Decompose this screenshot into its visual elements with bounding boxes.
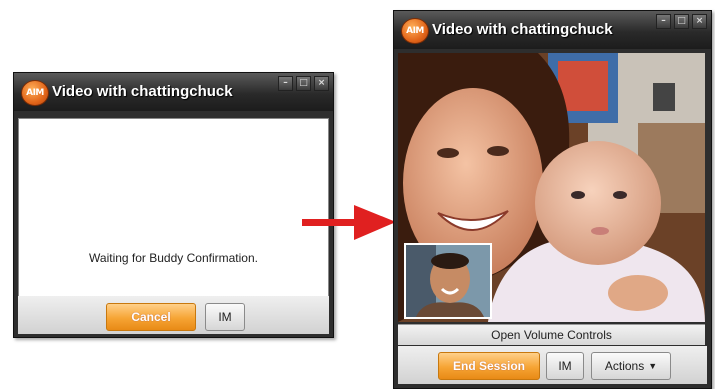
self-view-pip [404,243,492,319]
open-volume-controls[interactable]: Open Volume Controls [398,324,705,345]
self-view-image [406,245,490,317]
button-bar: End Session IM Actions ▼ [398,346,707,384]
right-titlebar[interactable]: AIM Video with chattingchuck – □ × [394,11,711,49]
chevron-down-icon: ▼ [648,361,658,371]
actions-dropdown[interactable]: Actions ▼ [591,352,671,380]
left-titlebar[interactable]: AIM Video with chattingchuck – □ × [14,73,333,111]
window-title: Video with chattingchuck [432,21,613,38]
im-button[interactable]: IM [546,352,584,380]
aim-logo-icon: AIM [401,18,429,44]
end-session-button[interactable]: End Session [438,352,540,380]
close-icon[interactable]: × [314,76,329,91]
actions-label: Actions [604,359,645,373]
left-video-window: AIM Video with chattingchuck – □ × Waiti… [13,72,334,338]
minimize-icon[interactable]: – [278,76,293,91]
aim-logo-icon: AIM [21,80,49,106]
cancel-button[interactable]: Cancel [106,303,196,331]
maximize-icon[interactable]: □ [674,14,689,29]
im-button[interactable]: IM [205,303,245,331]
maximize-icon[interactable]: □ [296,76,311,91]
waiting-panel: Waiting for Buddy Confirmation. [18,118,329,297]
arrow-right-icon [302,205,396,240]
minimize-icon[interactable]: – [656,14,671,29]
status-text: Waiting for Buddy Confirmation. [89,251,258,265]
right-video-window: AIM Video with chattingchuck – □ × Open … [393,10,712,389]
window-title: Video with chattingchuck [52,83,233,100]
close-icon[interactable]: × [692,14,707,29]
button-bar: Cancel IM [18,296,329,334]
video-feed [398,53,705,322]
